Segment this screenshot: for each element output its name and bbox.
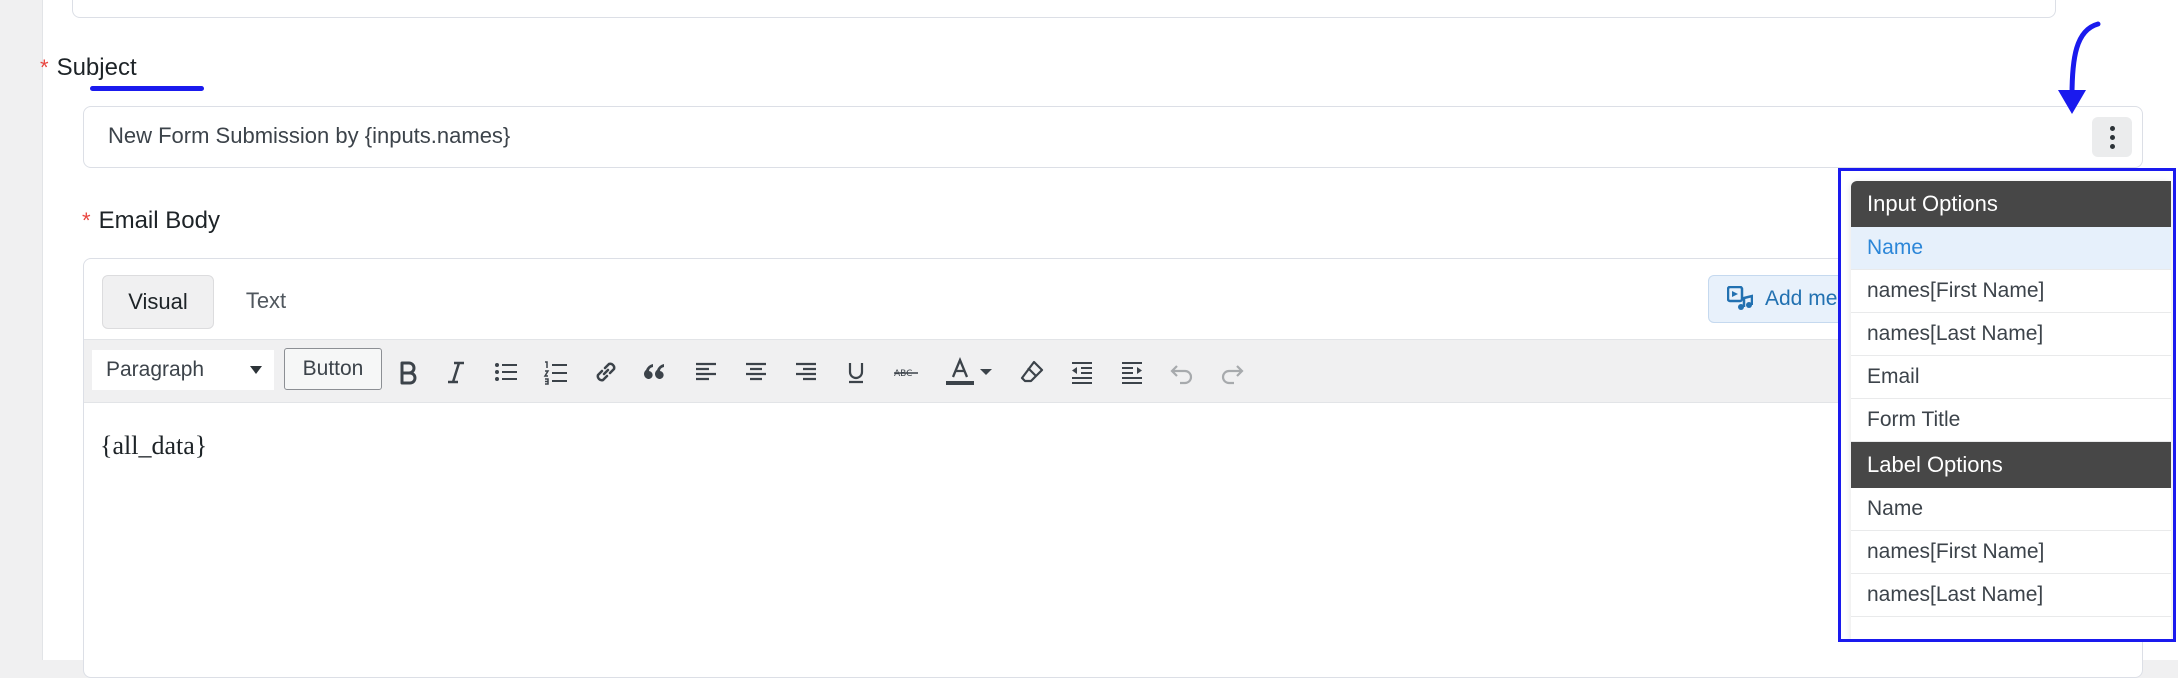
- email-body-editor: Visual Text Add media Paragraph Button A…: [83, 258, 2143, 678]
- email-body-label: * Email Body: [82, 207, 220, 235]
- required-marker: *: [82, 208, 91, 233]
- option-label-first-name[interactable]: names[First Name]: [1851, 531, 2171, 574]
- option-label-last-name[interactable]: names[Last Name]: [1851, 574, 2171, 617]
- chevron-down-icon: [250, 366, 262, 374]
- link-icon[interactable]: [590, 356, 622, 388]
- align-right-icon[interactable]: [790, 356, 822, 388]
- text-color-dropdown-icon[interactable]: [976, 356, 996, 388]
- previous-field: [72, 0, 2056, 18]
- tab-visual[interactable]: Visual: [102, 275, 214, 329]
- label-options-header: Label Options: [1851, 442, 2171, 488]
- option-label-name[interactable]: Name: [1851, 488, 2171, 531]
- format-select[interactable]: Paragraph: [92, 350, 274, 390]
- align-left-icon[interactable]: [690, 356, 722, 388]
- undo-icon[interactable]: [1166, 356, 1198, 388]
- indent-icon[interactable]: [1116, 356, 1148, 388]
- italic-icon[interactable]: [440, 356, 472, 388]
- clear-formatting-icon[interactable]: [1016, 356, 1048, 388]
- input-options-header: Input Options: [1851, 181, 2171, 227]
- option-input-first-name[interactable]: names[First Name]: [1851, 270, 2171, 313]
- redo-icon[interactable]: [1216, 356, 1248, 388]
- editor-content[interactable]: {all_data}: [100, 431, 207, 461]
- subject-input-value[interactable]: New Form Submission by {inputs.names}: [108, 123, 510, 149]
- text-color-icon[interactable]: [940, 356, 980, 388]
- more-vertical-icon: [2109, 125, 2115, 149]
- required-marker: *: [40, 55, 49, 80]
- shortcode-dropdown: Input Options Name names[First Name] nam…: [1851, 181, 2171, 639]
- shortcode-menu-button[interactable]: [2092, 117, 2132, 157]
- align-center-icon[interactable]: [740, 356, 772, 388]
- insert-button-button[interactable]: Button: [284, 348, 382, 390]
- annotation-highlight-box: Input Options Name names[First Name] nam…: [1838, 168, 2176, 642]
- bullet-list-icon[interactable]: [490, 356, 522, 388]
- option-input-last-name[interactable]: names[Last Name]: [1851, 313, 2171, 356]
- annotation-underline: [90, 86, 204, 91]
- option-input-name[interactable]: Name: [1851, 227, 2171, 270]
- strikethrough-icon[interactable]: ABC: [890, 356, 922, 388]
- svg-text:ABC: ABC: [894, 369, 912, 379]
- blockquote-icon[interactable]: [640, 356, 672, 388]
- tab-text[interactable]: Text: [224, 275, 308, 327]
- numbered-list-icon[interactable]: [540, 356, 572, 388]
- option-input-email[interactable]: Email: [1851, 356, 2171, 399]
- underline-icon[interactable]: [840, 356, 872, 388]
- outdent-icon[interactable]: [1066, 356, 1098, 388]
- email-body-label-text: Email Body: [98, 207, 220, 234]
- subject-input[interactable]: New Form Submission by {inputs.names}: [83, 106, 2143, 168]
- media-icon: [1727, 286, 1753, 310]
- format-select-value: Paragraph: [106, 358, 205, 381]
- editor-toolbar: Paragraph Button ABC: [84, 339, 2142, 403]
- subject-label: * Subject: [40, 54, 137, 82]
- subject-label-text: Subject: [56, 54, 137, 81]
- option-input-form-title[interactable]: Form Title: [1851, 399, 2171, 442]
- bold-icon[interactable]: [392, 356, 424, 388]
- annotation-arrow-icon: [2058, 21, 2101, 114]
